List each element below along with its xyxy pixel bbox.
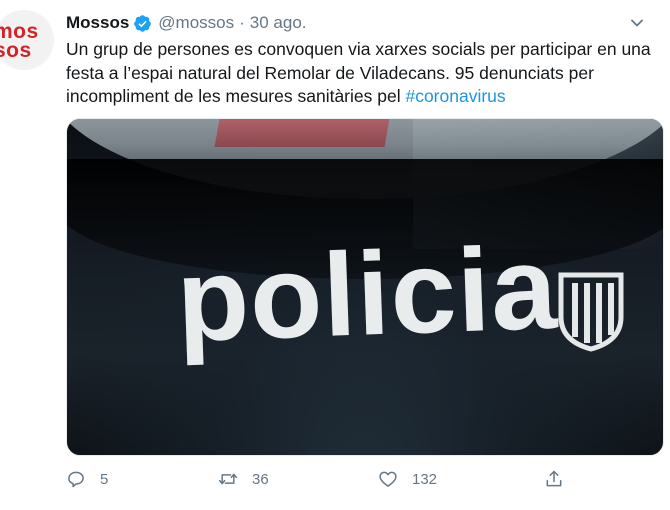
retweet-button[interactable]: 36	[218, 466, 269, 492]
tweet-actions: 5 36 132	[66, 466, 586, 492]
tweet-media-image[interactable]: policia	[66, 118, 664, 456]
share-button[interactable]	[544, 466, 564, 492]
tweet-header: Mossos @mossos · 30 ago.	[66, 12, 307, 34]
verified-icon	[134, 14, 152, 32]
hashtag-link[interactable]: #coronavirus	[405, 86, 505, 106]
car-lettering: policia	[174, 221, 560, 367]
tweet-text: Un grup de persones es convoquen via xar…	[66, 38, 656, 109]
avatar-text-line2: sos	[0, 39, 32, 62]
avatar[interactable]: mos sos	[0, 10, 54, 70]
author-handle[interactable]: @mossos	[158, 13, 234, 33]
retweet-icon	[218, 473, 238, 485]
reply-button[interactable]: 5	[66, 466, 108, 492]
catalonia-emblem	[558, 272, 624, 352]
tweet-date[interactable]: 30 ago.	[250, 13, 307, 33]
separator-dot: ·	[239, 13, 245, 32]
reply-count: 5	[100, 470, 109, 488]
like-count: 132	[412, 470, 438, 488]
roof-stripe	[214, 119, 390, 147]
like-icon	[379, 471, 397, 487]
like-button[interactable]: 132	[378, 466, 437, 492]
author-name[interactable]: Mossos	[66, 13, 129, 33]
retweet-count: 36	[252, 470, 269, 488]
tweet-body-text: Un grup de persones es convoquen via xar…	[66, 39, 651, 106]
reply-icon	[68, 471, 84, 488]
share-icon	[546, 470, 562, 487]
caret-down-icon[interactable]	[630, 16, 644, 30]
